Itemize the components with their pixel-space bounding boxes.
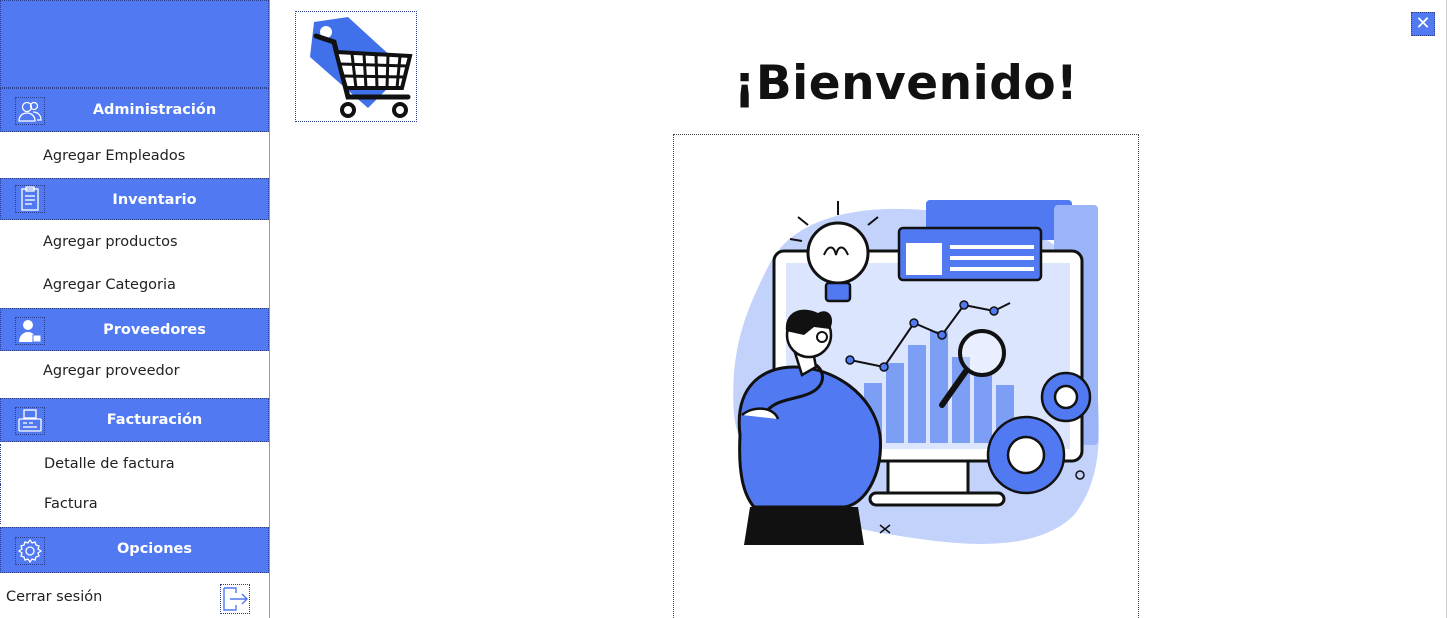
- section-header-proveedores[interactable]: Proveedores: [0, 308, 269, 351]
- section-label: Inventario: [112, 192, 197, 208]
- menu-item-agregar-productos[interactable]: Agregar productos: [0, 222, 269, 262]
- logout-label[interactable]: Cerrar sesión: [6, 576, 102, 618]
- menu-item-factura[interactable]: Factura: [0, 484, 269, 524]
- section-label: Proveedores: [103, 322, 206, 338]
- section-header-facturacion[interactable]: Facturación: [0, 398, 269, 442]
- close-button[interactable]: ✕: [1411, 12, 1435, 36]
- shopping-cart-logo: [295, 11, 417, 122]
- section-label: Administración: [92, 102, 217, 118]
- page-title: ¡Bienvenido!: [733, 56, 1079, 111]
- window-edge: [1446, 0, 1447, 618]
- menu-item-agregar-proveedor[interactable]: Agregar proveedor: [0, 351, 269, 391]
- section-header-opciones[interactable]: Opciones: [0, 527, 269, 573]
- section-header-inventario[interactable]: Inventario: [0, 178, 269, 220]
- welcome-illustration: [673, 134, 1139, 618]
- menu-item-agregar-categoria[interactable]: Agregar Categoria: [0, 265, 269, 305]
- sidebar: Administración Agregar Empleados Inventa…: [0, 0, 270, 618]
- close-icon: ✕: [1415, 13, 1431, 34]
- section-header-administracion[interactable]: Administración: [0, 88, 269, 132]
- sidebar-header-panel: [0, 0, 269, 88]
- menu-item-detalle-de-factura[interactable]: Detalle de factura: [0, 444, 269, 484]
- section-label: Facturación: [106, 412, 203, 428]
- section-label: Opciones: [116, 541, 193, 557]
- logout-row[interactable]: Cerrar sesión: [0, 576, 269, 618]
- logout-icon[interactable]: [220, 584, 250, 614]
- menu-item-agregar-empleados[interactable]: Agregar Empleados: [0, 136, 269, 176]
